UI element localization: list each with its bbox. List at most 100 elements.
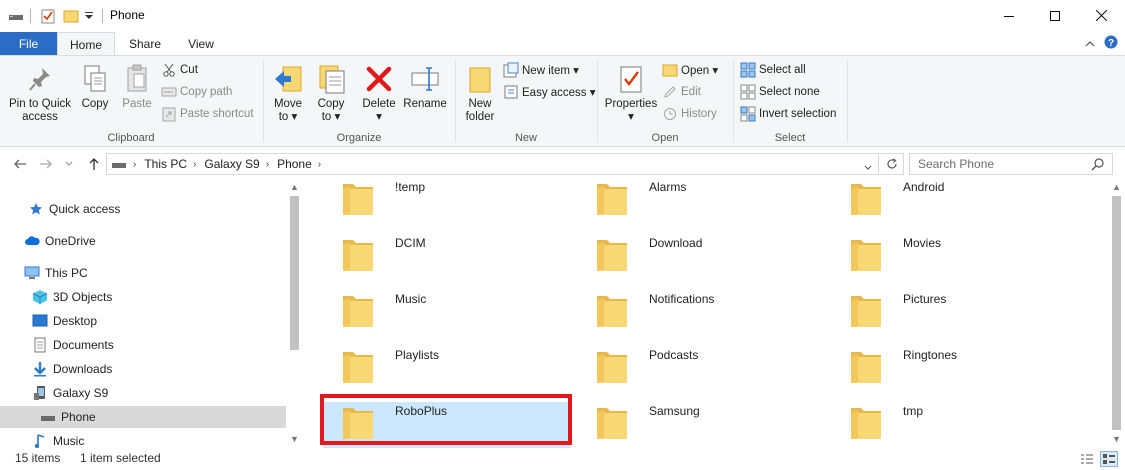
help-icon[interactable]: ? xyxy=(1104,35,1118,52)
nav-item-music[interactable]: Music xyxy=(0,430,287,448)
refresh-button[interactable] xyxy=(880,153,904,175)
address-dropdown[interactable] xyxy=(864,160,872,174)
folder-item[interactable]: Download xyxy=(577,234,825,282)
folder-item[interactable]: Notifications xyxy=(577,290,825,338)
recent-locations-button[interactable] xyxy=(62,154,76,174)
search-input[interactable] xyxy=(910,155,1086,173)
folder-item[interactable]: Music xyxy=(323,290,571,338)
history-icon xyxy=(662,106,678,122)
close-icon xyxy=(1095,10,1107,21)
chevron-down-icon xyxy=(65,161,73,166)
select-all-button[interactable]: Select all xyxy=(740,60,806,80)
folder-item[interactable]: Samsung xyxy=(577,402,825,448)
scroll-up-icon[interactable]: ▲ xyxy=(286,178,303,195)
nav-scrollbar[interactable]: ▲ ▼ xyxy=(286,178,303,448)
pin-to-quick-access-button[interactable]: Pin to Quick access xyxy=(6,62,74,124)
folder-item[interactable]: Movies xyxy=(831,234,1079,282)
scroll-down-icon[interactable]: ▼ xyxy=(1108,430,1125,447)
chevron-right-icon: › xyxy=(193,158,197,170)
nav-item-3d-objects[interactable]: 3D Objects xyxy=(0,286,287,308)
history-button[interactable]: History xyxy=(662,104,717,124)
nav-item-downloads[interactable]: Downloads xyxy=(0,358,287,380)
folder-name: tmp xyxy=(903,404,924,418)
rename-button[interactable]: Rename xyxy=(403,62,447,111)
scroll-up-icon[interactable]: ▲ xyxy=(1108,178,1125,195)
copy-to-button[interactable]: Copy to ▾ xyxy=(312,62,350,124)
folder-item[interactable]: !temp xyxy=(323,178,571,226)
nav-item-phone[interactable]: Phone xyxy=(0,406,287,428)
move-to-button[interactable]: Move to ▾ xyxy=(269,62,307,124)
nav-item-this-pc[interactable]: This PC xyxy=(0,262,287,284)
scrollbar-thumb[interactable] xyxy=(290,196,299,350)
easy-access-button[interactable]: Easy access ▾ xyxy=(503,82,596,102)
details-view-button[interactable] xyxy=(1078,451,1096,467)
forward-button[interactable] xyxy=(36,154,56,174)
separator xyxy=(102,8,103,24)
tiles-view-button[interactable] xyxy=(1100,451,1118,467)
nav-item-onedrive[interactable]: OneDrive xyxy=(0,230,287,252)
new-folder-icon[interactable] xyxy=(63,8,79,24)
separator xyxy=(30,8,31,24)
edit-button[interactable]: Edit xyxy=(662,82,701,102)
folder-item[interactable]: RoboPlus xyxy=(323,402,571,448)
collapse-ribbon-icon[interactable] xyxy=(1085,37,1095,51)
navigation-pane: Quick access OneDrive This PC 3D Objects… xyxy=(0,178,303,448)
invert-selection-icon xyxy=(740,106,756,122)
properties-icon[interactable] xyxy=(40,8,56,24)
pc-icon xyxy=(24,265,40,281)
folder-item[interactable]: Podcasts xyxy=(577,346,825,394)
new-item-button[interactable]: New item ▾ xyxy=(503,60,579,80)
maximize-button[interactable] xyxy=(1032,0,1078,31)
tab-share[interactable]: Share xyxy=(118,32,172,55)
scrollbar-thumb[interactable] xyxy=(1112,196,1121,430)
up-button[interactable] xyxy=(84,154,104,174)
folder-item[interactable]: Playlists xyxy=(323,346,571,394)
close-button[interactable] xyxy=(1078,0,1124,31)
drive-icon[interactable] xyxy=(8,8,24,24)
folder-item[interactable]: DCIM xyxy=(323,234,571,282)
content-scrollbar[interactable]: ▲ ▼ xyxy=(1108,178,1125,448)
new-folder-button[interactable]: New folder xyxy=(460,62,500,124)
properties-button[interactable]: Properties ▾ xyxy=(602,62,660,124)
breadcrumb-this-pc[interactable]: This PC xyxy=(144,157,187,171)
customize-quick-access-icon[interactable] xyxy=(84,8,94,24)
nav-item-documents[interactable]: Documents xyxy=(0,334,287,356)
download-icon xyxy=(32,361,48,377)
nav-item-quick-access[interactable]: Quick access xyxy=(0,198,287,220)
search-icon[interactable] xyxy=(1091,158,1104,174)
organize-group: Move to ▾ Copy to ▾ Delete ▾ Rename Orga… xyxy=(264,56,454,146)
invert-selection-button[interactable]: Invert selection xyxy=(740,104,836,124)
address-bar[interactable]: › This PC › Galaxy S9 › Phone › xyxy=(106,153,879,175)
folder-item[interactable]: Pictures xyxy=(831,290,1079,338)
select-group-label: Select xyxy=(774,132,806,144)
select-none-button[interactable]: Select none xyxy=(740,82,820,102)
delete-button[interactable]: Delete ▾ xyxy=(360,62,398,124)
cut-button[interactable]: Cut xyxy=(161,60,198,80)
ribbon-tabs: File Home Share View ? xyxy=(0,32,1125,56)
folder-item[interactable]: Ringtones xyxy=(831,346,1079,394)
tab-file[interactable]: File xyxy=(0,32,57,55)
nav-item-galaxy-s9[interactable]: Galaxy S9 xyxy=(0,382,287,404)
copy-path-icon xyxy=(161,84,177,100)
copy-path-button[interactable]: Copy path xyxy=(161,82,232,102)
folder-item[interactable]: Alarms xyxy=(577,178,825,226)
paste-shortcut-icon xyxy=(161,106,177,122)
back-button[interactable] xyxy=(10,154,30,174)
nav-item-desktop[interactable]: Desktop xyxy=(0,310,287,332)
up-arrow-icon xyxy=(89,158,99,170)
paste-button[interactable]: Paste xyxy=(118,62,156,111)
breadcrumb-phone[interactable]: Phone xyxy=(277,157,312,171)
minimize-button[interactable] xyxy=(986,0,1032,31)
folder-name: Music xyxy=(395,292,427,306)
paste-shortcut-button[interactable]: Paste shortcut xyxy=(161,104,254,124)
tab-home[interactable]: Home xyxy=(57,32,115,56)
breadcrumb-galaxy-s9[interactable]: Galaxy S9 xyxy=(204,157,259,171)
open-button[interactable]: Open ▾ xyxy=(662,60,718,80)
music-icon xyxy=(32,433,48,448)
folder-item[interactable]: tmp xyxy=(831,402,1079,448)
tab-view[interactable]: View xyxy=(174,32,228,55)
folder-icon xyxy=(595,404,629,440)
folder-item[interactable]: Android xyxy=(831,178,1079,226)
copy-button[interactable]: Copy xyxy=(76,62,114,111)
scroll-down-icon[interactable]: ▼ xyxy=(286,430,303,447)
